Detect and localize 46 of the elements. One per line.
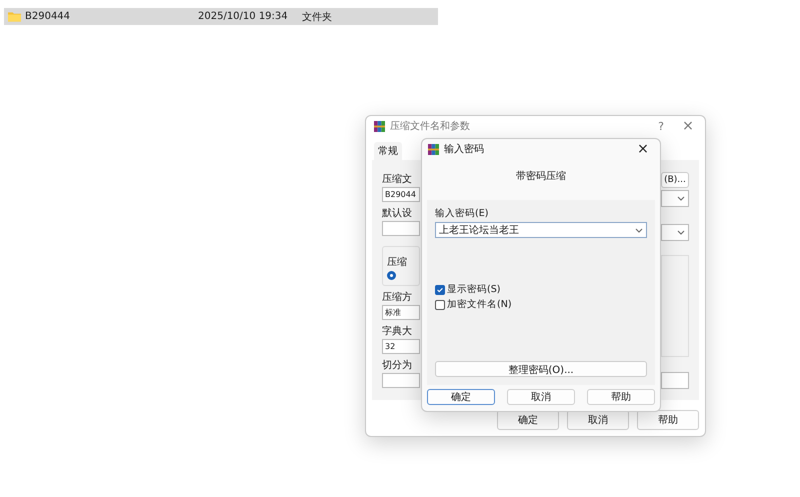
dialog-button[interactable]: 取消 — [507, 389, 575, 405]
checkbox-label: 加密文件名(N) — [447, 298, 512, 311]
chevron-icon — [677, 230, 685, 235]
close-button[interactable]: × — [677, 118, 699, 134]
input-field[interactable] — [661, 372, 689, 389]
field-label: 默认设 — [382, 207, 413, 220]
input-field[interactable]: 标准 — [382, 305, 420, 320]
dialog-button[interactable]: 确定 — [497, 410, 559, 430]
dialog-button[interactable]: 帮助 — [637, 410, 699, 430]
field-label: 切分为 — [382, 358, 413, 372]
browse-button[interactable]: (B)... — [661, 172, 689, 188]
input-field[interactable]: 32 — [382, 339, 420, 354]
general-tab[interactable]: 常规 — [374, 142, 402, 160]
input-field[interactable] — [382, 221, 420, 236]
checkbox[interactable] — [435, 284, 445, 294]
organize-button[interactable]: 整理密码(O)... — [435, 361, 647, 377]
field-label: 压缩方 — [382, 290, 413, 304]
dialog-button[interactable]: 确定 — [427, 389, 495, 405]
dialog-button[interactable]: 帮助 — [587, 389, 655, 405]
books-icon — [374, 120, 385, 132]
dialog-button[interactable]: 取消 — [567, 410, 629, 430]
dialog-title: 输入密码 — [444, 142, 484, 156]
input-field[interactable]: B29044 — [382, 187, 420, 202]
dropdown[interactable] — [661, 224, 689, 241]
file-type: 文件夹 — [302, 10, 332, 24]
close-button[interactable]: × — [632, 141, 654, 157]
file-name: B290444 — [25, 11, 72, 22]
field-label: 字典大 — [382, 324, 413, 338]
radio-button[interactable] — [387, 271, 396, 280]
checkbox[interactable] — [435, 300, 445, 310]
dialog-heading: 带密码压缩 — [515, 170, 567, 184]
help-button[interactable]: ? — [650, 120, 672, 132]
file-date: 2025/10/10 19:34 — [198, 11, 289, 22]
file-row[interactable]: B290444 2025/10/10 19:34 文件夹 — [4, 8, 438, 25]
window-title: 压缩文件名和参数 — [390, 120, 470, 133]
password-field[interactable]: 上老王论坛当老王 — [435, 222, 647, 238]
dropdown[interactable] — [661, 190, 689, 207]
books-icon — [428, 144, 439, 154]
password-label: 输入密码(E) — [435, 207, 490, 220]
input-field[interactable] — [382, 373, 420, 388]
field-label: 压缩文 — [382, 172, 413, 186]
checkbox-label: 显示密码(S) — [447, 283, 500, 296]
chevron-icon — [635, 228, 643, 232]
chevron-icon — [677, 196, 685, 201]
group-label: 压缩 — [387, 256, 408, 269]
folder-icon — [8, 11, 21, 22]
